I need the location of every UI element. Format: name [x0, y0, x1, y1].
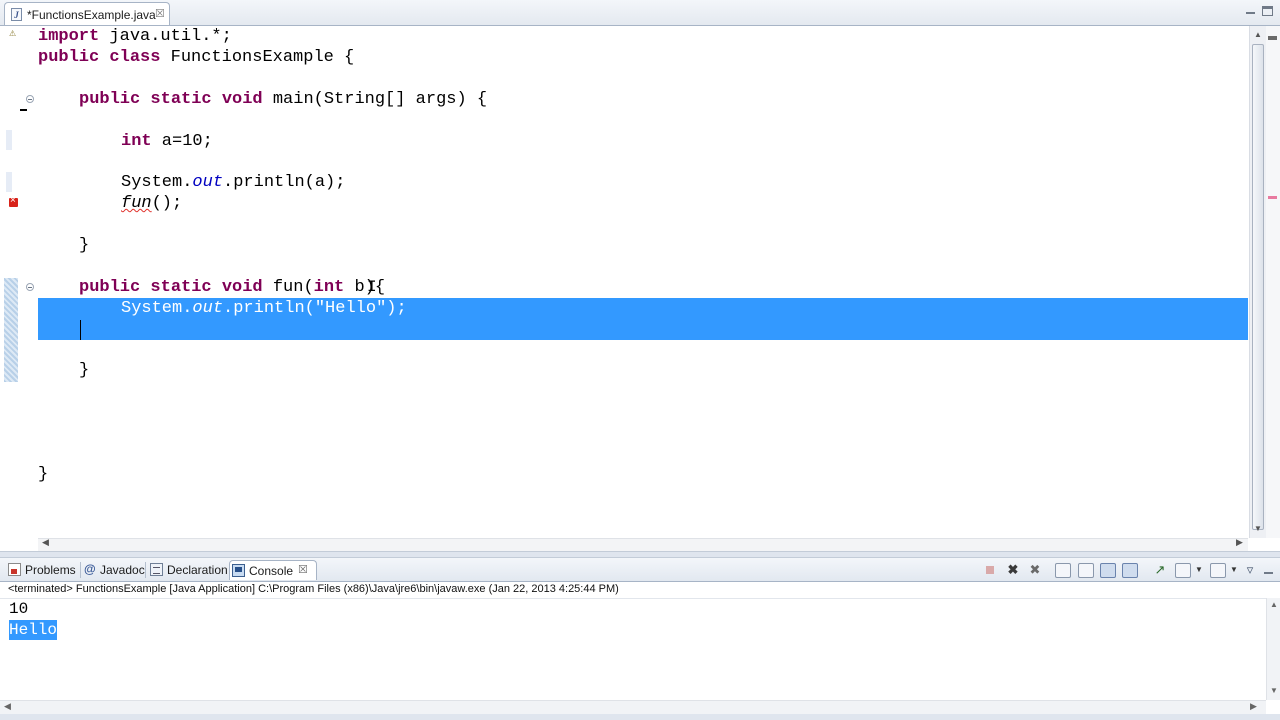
- code-line: public class FunctionsExample {: [38, 48, 355, 67]
- error-icon[interactable]: [9, 195, 18, 207]
- code-line: }: [79, 236, 90, 255]
- dropdown-arrow-icon[interactable]: ▼: [1195, 565, 1203, 574]
- overview-warning-marker[interactable]: [1268, 36, 1277, 40]
- console-output[interactable]: 10 Hello: [0, 598, 1266, 701]
- scroll-down-icon[interactable]: ▼: [1254, 524, 1262, 533]
- scroll-left-icon[interactable]: ◀: [4, 701, 11, 712]
- remove-all-terminated-icon[interactable]: ✖: [1027, 563, 1043, 578]
- code-line: int a=10;: [121, 132, 213, 151]
- close-icon[interactable]: ☒: [155, 7, 165, 20]
- window-bottom-edge: [0, 714, 1280, 720]
- tab-label: Problems: [25, 563, 76, 577]
- console-output-line: 10: [9, 600, 29, 618]
- panel-splitter[interactable]: [0, 551, 1280, 558]
- error-underline: fun: [121, 194, 152, 213]
- problems-icon: [8, 563, 21, 576]
- minimize-view-icon[interactable]: [1262, 565, 1278, 580]
- editor-vertical-scrollbar[interactable]: ▲ ▼: [1249, 26, 1267, 538]
- maximize-icon[interactable]: [1262, 6, 1273, 16]
- scroll-lock-icon[interactable]: [1078, 563, 1094, 578]
- change-marker: [6, 130, 12, 150]
- code-editor[interactable]: ⚠ import java.util.*; public class Funct…: [0, 26, 1280, 551]
- text-caret: [80, 320, 81, 340]
- code-line-error: fun();: [121, 194, 183, 213]
- tab-label: Javadoc: [100, 563, 145, 577]
- code-area[interactable]: import java.util.*; public class Functio…: [38, 26, 1248, 536]
- scroll-up-icon[interactable]: ▲: [1270, 600, 1278, 609]
- dropdown-arrow-icon[interactable]: ▼: [1230, 565, 1238, 574]
- editor-tab-bar: J *FunctionsExample.java ☒: [0, 0, 1280, 26]
- java-file-icon: J: [11, 8, 22, 21]
- pin-console-icon[interactable]: ↗: [1152, 563, 1168, 578]
- console-vertical-scrollbar[interactable]: ▲ ▼: [1266, 598, 1280, 700]
- view-menu-icon[interactable]: ▿: [1245, 563, 1255, 578]
- editor-tab-functions-example[interactable]: J *FunctionsExample.java ☒: [4, 2, 170, 25]
- scroll-right-icon[interactable]: ▶: [1236, 537, 1243, 548]
- overview-ruler[interactable]: [1266, 26, 1280, 538]
- fold-toggle-icon[interactable]: [26, 95, 34, 103]
- clear-console-icon[interactable]: [1055, 563, 1071, 578]
- warning-icon[interactable]: ⚠: [9, 30, 17, 38]
- fold-toggle-icon[interactable]: [26, 283, 34, 291]
- tab-console[interactable]: Console ☒: [229, 560, 317, 580]
- close-icon[interactable]: ☒: [298, 563, 308, 576]
- overview-error-marker[interactable]: [1268, 196, 1277, 199]
- show-on-stderr-icon[interactable]: [1122, 563, 1138, 578]
- code-line: public static void fun(int b){: [79, 278, 386, 297]
- tab-declaration[interactable]: Declaration: [148, 560, 228, 580]
- change-marker: [6, 172, 12, 192]
- console-process-label: <terminated> FunctionsExample [Java Appl…: [8, 583, 619, 595]
- scroll-right-icon[interactable]: ▶: [1250, 701, 1257, 712]
- console-horizontal-scrollbar[interactable]: ◀ ▶: [0, 700, 1266, 715]
- terminate-icon[interactable]: [983, 563, 999, 578]
- minimize-icon[interactable]: [1244, 5, 1257, 17]
- scroll-left-icon[interactable]: ◀: [42, 537, 49, 548]
- editor-tab-label: *FunctionsExample.java: [27, 8, 156, 22]
- code-line: public static void main(String[] args) {: [79, 90, 488, 109]
- show-on-stdout-icon[interactable]: [1100, 563, 1116, 578]
- open-console-icon[interactable]: [1210, 563, 1226, 578]
- scrollbar-thumb[interactable]: [1252, 44, 1264, 530]
- code-line-selected: System.out.println("Hello");: [121, 299, 407, 318]
- scroll-down-icon[interactable]: ▼: [1270, 686, 1278, 695]
- javadoc-icon: @: [84, 562, 96, 576]
- tab-separator: [145, 562, 146, 578]
- tab-problems[interactable]: Problems: [6, 560, 80, 580]
- display-console-icon[interactable]: [1175, 563, 1191, 578]
- code-line: }: [79, 361, 90, 380]
- console-icon: [232, 564, 245, 577]
- code-line: }: [38, 465, 49, 484]
- scroll-up-icon[interactable]: ▲: [1254, 30, 1262, 39]
- tab-label: Console: [249, 564, 294, 578]
- selection-ruler-marker: [4, 278, 18, 382]
- mouse-ibeam-cursor-icon: I: [367, 278, 377, 296]
- code-line: import java.util.*;: [38, 27, 232, 46]
- editor-horizontal-scrollbar[interactable]: ◀ ▶: [38, 537, 1248, 551]
- tab-javadoc[interactable]: @ Javadoc: [82, 560, 145, 580]
- code-line: System.out.println(a);: [121, 173, 346, 192]
- tab-separator: [80, 562, 81, 578]
- current-line-marker: [20, 109, 27, 111]
- remove-launch-icon[interactable]: ✖: [1005, 563, 1021, 578]
- declaration-icon: [150, 563, 163, 576]
- console-output-line-selected: Hello: [9, 620, 58, 640]
- tab-label: Declaration: [167, 563, 228, 577]
